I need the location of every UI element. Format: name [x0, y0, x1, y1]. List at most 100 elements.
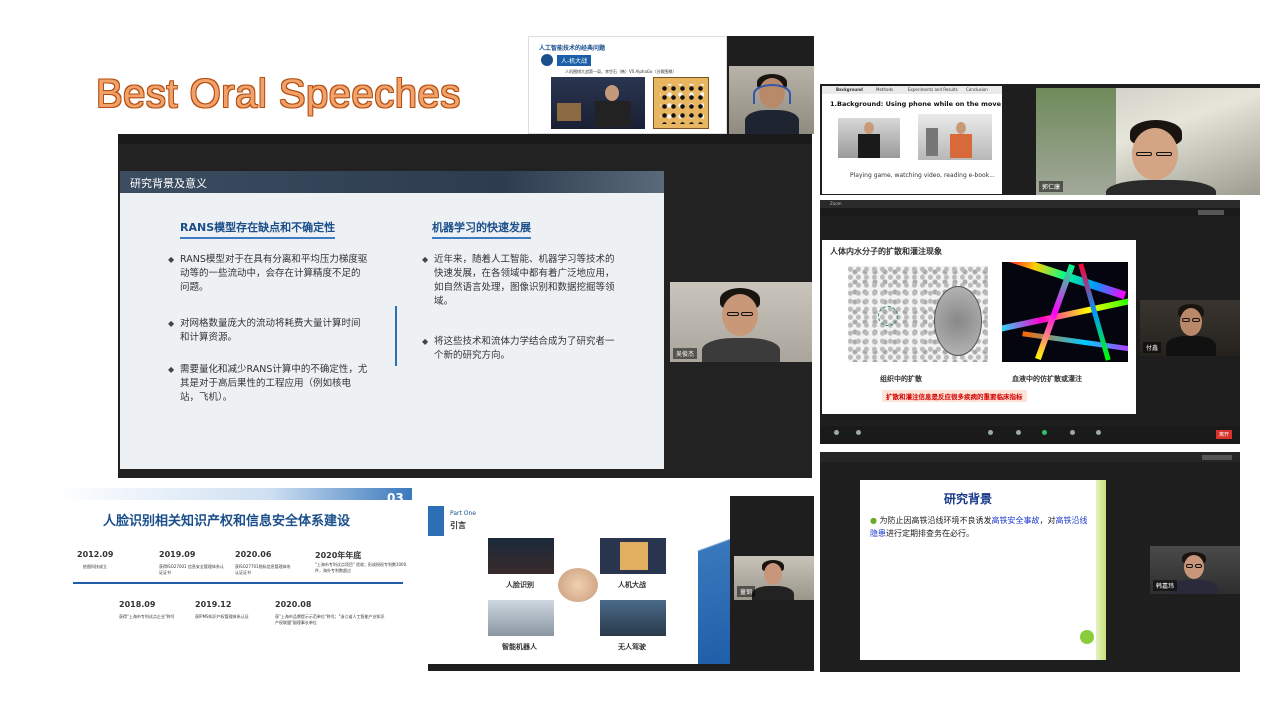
main-slide: 研究背景及意义 RANS模型存在缺点和不确定性 ◆ RANS模型对于在具有分离和…: [120, 171, 664, 469]
speaker-name-label: 童钢: [737, 586, 756, 597]
timeline-year-2020-06: 2020.06: [235, 550, 272, 559]
view-button[interactable]: [1198, 210, 1224, 215]
item-autonomous-driving: 无人驾驶: [618, 643, 646, 651]
background-speaker-video[interactable]: 郭仁康: [1036, 88, 1260, 195]
timeline-year-2020-end: 2020年年底: [315, 551, 362, 560]
column-divider: [395, 306, 397, 366]
background-caption: Playing game, watching video, reading e-…: [850, 172, 995, 179]
timeline-header-bar: [55, 488, 412, 500]
alphago-badge: 人-机大战: [557, 55, 592, 66]
part-one-speaker-video[interactable]: 童钢: [734, 556, 814, 600]
diamond-bullet-icon: ◆: [422, 255, 429, 264]
tab-conclusion: Conclusion: [966, 87, 988, 92]
timeline-title: 人脸识别相关知识产权和信息安全体系建设: [103, 514, 351, 529]
rail-window-titlebar: [820, 452, 1240, 462]
ip-timeline-slide: 03 人脸识别相关知识产权和信息安全体系建设 2012.09 依图科技成立 20…: [55, 488, 412, 671]
slide-header-title: 研究背景及意义: [130, 177, 207, 190]
tissue-diffusion-image: [848, 266, 988, 362]
diffusion-slide: 人体内水分子的扩散和灌注现象 组织中的扩散 血液中的仿扩散或灌注 扩散和灌注信息…: [822, 240, 1136, 414]
green-dot-decoration: [1080, 630, 1094, 644]
video-icon[interactable]: [856, 430, 861, 435]
photo-woman-phone: [918, 114, 992, 160]
timeline-year-2019-09: 2019.09: [159, 550, 196, 559]
view-button[interactable]: [1202, 455, 1232, 460]
timeline-year-2019-12: 2019.12: [195, 600, 232, 609]
tab-methods: Methods: [876, 87, 894, 92]
record-icon[interactable]: [1070, 430, 1075, 435]
tab-background: Background: [836, 87, 863, 92]
reactions-icon[interactable]: [1096, 430, 1101, 435]
main-presentation-window: 研究背景及意义 RANS模型存在缺点和不确定性 ◆ RANS模型对于在具有分离和…: [118, 134, 812, 478]
page-title: Best Oral Speeches: [96, 72, 461, 116]
go-board: [653, 77, 709, 129]
zoom-toolbar: 离开: [820, 426, 1240, 444]
timeline-text-2020-08: 获"上海市品牌提示示范单位"称号；"浙江省人工智能产业知识产权联盟"副理事长单位: [275, 614, 385, 625]
timeline-text-2020-06: 获ISO27701隐私信息管理体系认证证书: [235, 564, 291, 575]
speaker-video-main[interactable]: 吴俊杰: [670, 282, 812, 362]
chat-icon[interactable]: [1016, 430, 1021, 435]
autonomous-car-image: [600, 600, 666, 636]
diamond-bullet-icon: ◆: [168, 255, 175, 264]
part-one-slide: Part One 引言 人脸识别 人机大战 智能机器人 无人驾驶: [428, 496, 730, 664]
label-tissue-diffusion: 组织中的扩散: [880, 374, 922, 383]
timeline-text-2012: 依图科技成立: [83, 564, 107, 569]
slide-header-bar: 研究背景及意义: [120, 171, 664, 193]
human-vs-ai-image: [600, 538, 666, 574]
photo-man-phone: [838, 118, 900, 158]
leave-button[interactable]: 离开: [1216, 430, 1233, 439]
item-human-vs-ai: 人机大战: [618, 581, 646, 589]
alphago-slide: 人工智能技术的经典问题 人-机大战 人机围棋大战第一局，李世石（韩）VS Alp…: [528, 36, 727, 134]
label-blood-perfusion: 血液中的仿扩散或灌注: [1012, 374, 1082, 383]
rail-slide-title: 研究背景: [944, 492, 993, 506]
face-recognition-image: [488, 538, 554, 574]
left-bullet-1: ◆ RANS模型对于在具有分离和平均压力梯度驱动等的一些流动中，会存在计算精度不…: [168, 254, 368, 293]
diffusion-speaker-video[interactable]: 付鑫: [1140, 300, 1240, 356]
timeline-year-2012: 2012.09: [77, 550, 114, 559]
blood-perfusion-image: [1002, 262, 1128, 362]
timeline-year-2018: 2018.09: [119, 600, 156, 609]
left-bullet-2: ◆ 对网格数量庞大的流动将耗费大量计算时间和计算资源。: [168, 318, 361, 343]
zoom-window: Zoom 人体内水分子的扩散和灌注现象 组织中的扩散 血液中的仿扩散或灌注 扩散…: [820, 200, 1240, 444]
share-screen-icon[interactable]: [1042, 430, 1047, 435]
tab-experiments: Experiments and Results: [908, 87, 958, 92]
speaker-name-label: 韩嘉玮: [1153, 580, 1178, 591]
rail-presentation-window: 研究背景 ● 为防止因高铁沿线环境不良诱发高铁安全事故，对高铁沿线隐患进行定期排…: [820, 452, 1240, 672]
diamond-bullet-icon: ◆: [422, 337, 429, 346]
zoom-share-bar: [820, 208, 1240, 216]
rail-speaker-video[interactable]: 韩嘉玮: [1150, 546, 1240, 594]
item-face-recognition: 人脸识别: [506, 581, 534, 589]
slide-tab-bar: Background Methods Experiments and Resul…: [822, 86, 1002, 94]
alphago-slide-title: 人工智能技术的经典问题: [539, 45, 606, 52]
speaker-name-label: 郭仁康: [1039, 181, 1064, 192]
ai-logo-icon: [541, 54, 553, 66]
right-bullet-2: ◆ 将这些技术和流体力学结合成为了研究者一个新的研究方向。: [422, 336, 615, 361]
match-photo: [551, 77, 645, 129]
mic-icon[interactable]: [834, 430, 839, 435]
timeline-text-2019-09: 获得ISO27001 信息安全管理体系认证证书: [159, 564, 224, 575]
alphago-presentation-window: 人工智能技术的经典问题 人-机大战 人机围棋大战第一局，李世石（韩）VS Alp…: [528, 36, 814, 134]
timeline-text-2020-end: "上海市专利试点项目" 验收；形成授权专利数1000件，海外专利数超过: [315, 562, 407, 573]
background-presentation-window: Background Methods Experiments and Resul…: [820, 84, 1260, 195]
speaker-name-label: 吴俊杰: [673, 348, 698, 359]
participants-icon[interactable]: [988, 430, 993, 435]
part-one-heading: 引言: [450, 521, 466, 530]
diamond-bullet-icon: ◆: [168, 365, 175, 374]
slide-green-stripe: [1096, 480, 1106, 660]
alphago-caption: 人机围棋大战第一局，李世石（韩）VS AlphaGo（谷歌围棋）: [565, 69, 677, 74]
alphago-speaker-video[interactable]: [729, 66, 814, 134]
rail-slide: 研究背景 ● 为防止因高铁沿线环境不良诱发高铁安全事故，对高铁沿线隐患进行定期排…: [860, 480, 1106, 660]
diffusion-title: 人体内水分子的扩散和灌注现象: [830, 246, 942, 256]
diamond-bullet-icon: ◆: [168, 319, 175, 328]
zoom-titlebar: Zoom: [820, 200, 1240, 208]
item-intelligent-robot: 智能机器人: [502, 643, 537, 651]
green-bullet-icon: ●: [870, 516, 877, 525]
window-titlebar: [118, 134, 812, 144]
part-one-label: Part One: [450, 510, 476, 517]
background-heading: 1.Background: Using phone while on the m…: [830, 100, 1001, 108]
part-one-accent: [428, 506, 444, 536]
left-heading: RANS模型存在缺点和不确定性: [180, 219, 336, 239]
section-number-badge: 03: [387, 491, 404, 505]
timeline-axis: [73, 582, 403, 584]
left-bullet-3: ◆ 需要量化和减少RANS计算中的不确定性，尤其是对于高后果性的工程应用（例如核…: [168, 364, 368, 403]
slide-side-decoration: [698, 496, 730, 664]
